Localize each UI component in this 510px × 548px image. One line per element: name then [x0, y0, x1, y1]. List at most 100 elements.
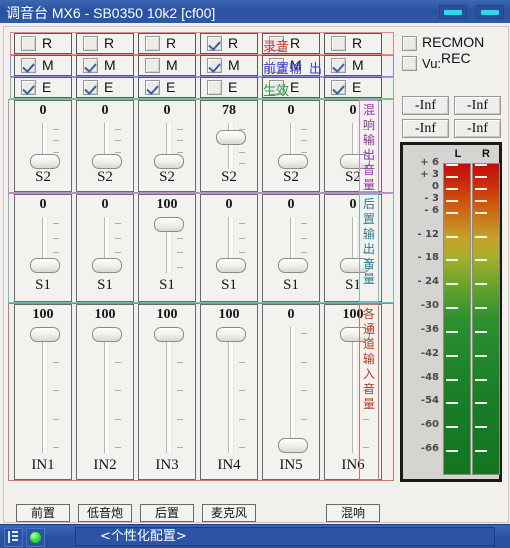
enable-checkbox[interactable]: [83, 80, 98, 95]
channel-alias-field[interactable]: 麦克风: [202, 504, 256, 522]
reverb-send-cell: 0 S2: [76, 100, 134, 192]
channel-input-slider[interactable]: [91, 327, 122, 453]
channel-alias-field[interactable]: 后置: [140, 504, 194, 522]
mute-checkbox[interactable]: [145, 58, 160, 73]
record-label: R: [290, 35, 301, 51]
enable-label: E: [352, 79, 362, 95]
channel-input-slider[interactable]: [277, 327, 308, 453]
mute-checkbox[interactable]: [21, 58, 36, 73]
side-label-channel-in: 各通道输入音量: [359, 304, 379, 480]
slider-ticks: [237, 327, 245, 453]
annotation-enable: 生效: [263, 84, 290, 99]
enable-checkbox[interactable]: [207, 80, 222, 95]
channel-input-cell: 0 IN5: [262, 304, 320, 480]
channel-input-value: 100: [218, 307, 240, 322]
record-checkbox[interactable]: [145, 36, 160, 51]
record-label: R: [228, 35, 239, 51]
annotation-pre-out-left: 前置输: [263, 62, 303, 77]
vu-meter: L R + 6 + 30- 3- 6 - 12 - 18 - 24 -30 -36 -42 -4…: [400, 142, 502, 482]
reverb-send-cell: 0 S2: [138, 100, 196, 192]
slider-track: [228, 327, 234, 453]
mute-label: M: [42, 57, 54, 73]
reverb-send-slider[interactable]: [29, 123, 60, 169]
enable-checkbox[interactable]: [145, 80, 160, 95]
slider-ticks: [51, 327, 59, 453]
channel-input-value: 0: [287, 307, 295, 322]
channel-input-name: IN5: [279, 457, 303, 473]
recmon-label: RECMON: [422, 34, 485, 50]
gain-button-2[interactable]: -Inf: [402, 119, 449, 138]
record-checkbox[interactable]: [83, 36, 98, 51]
slider-thumb[interactable]: [278, 154, 308, 169]
slider-track: [42, 327, 48, 453]
channel-alias-field[interactable]: 前置: [16, 504, 70, 522]
vu-tick-label: -30: [420, 300, 439, 311]
mute-cell: M: [324, 55, 382, 76]
restore-button[interactable]: [476, 5, 504, 19]
slider-thumb[interactable]: [92, 154, 122, 169]
enable-cell: E: [324, 77, 382, 98]
reverb-send-slider[interactable]: [153, 123, 184, 169]
vu-checkbox[interactable]: [402, 56, 417, 71]
mute-checkbox[interactable]: [207, 58, 222, 73]
recmon-checkbox[interactable]: [402, 36, 417, 51]
green-status-icon[interactable]: [26, 528, 45, 547]
channel-input-cell: 100 IN2: [76, 304, 134, 480]
rear-send-label: S1: [97, 277, 113, 293]
channel-alias-field[interactable]: 低音炮: [78, 504, 132, 522]
slider-thumb[interactable]: [216, 258, 246, 273]
record-label: R: [104, 35, 115, 51]
slider-thumb[interactable]: [216, 130, 246, 145]
slider-thumb[interactable]: [278, 258, 308, 273]
record-checkbox[interactable]: [331, 36, 346, 51]
slider-thumb[interactable]: [30, 327, 60, 342]
window-title: 调音台 MX6 - SB0350 10k2 [cf00]: [6, 5, 216, 21]
slider-thumb[interactable]: [154, 327, 184, 342]
channel-input-value: 100: [94, 307, 116, 322]
tree-icon[interactable]: [4, 528, 23, 547]
channel-input-slider[interactable]: [153, 327, 184, 453]
reverb-send-slider[interactable]: [277, 123, 308, 169]
rear-send-cell: 0 S1: [262, 194, 320, 302]
enable-checkbox[interactable]: [331, 80, 346, 95]
channel-input-slider[interactable]: [29, 327, 60, 453]
slider-thumb[interactable]: [92, 327, 122, 342]
rear-send-slider[interactable]: [277, 217, 308, 273]
vu-tick-label: -60: [420, 419, 439, 430]
mute-checkbox[interactable]: [331, 58, 346, 73]
rear-send-label: S1: [35, 277, 51, 293]
rear-send-slider[interactable]: [91, 217, 122, 273]
client-area: R M E 0 S2 0 S1 100 IN1 前置 R M E 0 S2 0 S1 100 IN2 低音炮 R M E 0 S…: [0, 23, 510, 524]
slider-thumb[interactable]: [92, 258, 122, 273]
mute-label: M: [352, 57, 364, 73]
mute-checkbox[interactable]: [83, 58, 98, 73]
channel-input-name: IN3: [155, 457, 179, 473]
rear-send-cell: 0 S1: [76, 194, 134, 302]
mixer-panel: R M E 0 S2 0 S1 100 IN1 前置 R M E 0 S2 0 S1 100 IN2 低音炮 R M E 0 S…: [3, 26, 509, 523]
channel-input-slider[interactable]: [215, 327, 246, 453]
minimize-button[interactable]: [439, 5, 467, 19]
gain-button-0[interactable]: -Inf: [402, 96, 449, 115]
slider-thumb[interactable]: [216, 327, 246, 342]
record-checkbox[interactable]: [207, 36, 222, 51]
rear-send-slider[interactable]: [29, 217, 60, 273]
enable-checkbox[interactable]: [21, 80, 36, 95]
vu-tick-label: - 18: [417, 252, 439, 263]
vu-tick-label: -48: [420, 372, 439, 383]
slider-thumb[interactable]: [30, 154, 60, 169]
slider-thumb[interactable]: [278, 438, 308, 453]
record-checkbox[interactable]: [21, 36, 36, 51]
slider-thumb[interactable]: [154, 217, 184, 232]
gain-button-1[interactable]: -Inf: [454, 96, 501, 115]
channel-alias-field[interactable]: 混响: [326, 504, 380, 522]
config-field[interactable]: <个性化配置>: [75, 527, 495, 546]
reverb-send-value: 0: [39, 103, 47, 118]
rear-send-slider[interactable]: [153, 217, 184, 273]
reverb-send-slider[interactable]: [91, 123, 122, 169]
gain-button-3[interactable]: -Inf: [454, 119, 501, 138]
mute-cell: M: [76, 55, 134, 76]
rear-send-slider[interactable]: [215, 217, 246, 273]
slider-thumb[interactable]: [30, 258, 60, 273]
reverb-send-slider[interactable]: [215, 123, 246, 169]
slider-thumb[interactable]: [154, 154, 184, 169]
